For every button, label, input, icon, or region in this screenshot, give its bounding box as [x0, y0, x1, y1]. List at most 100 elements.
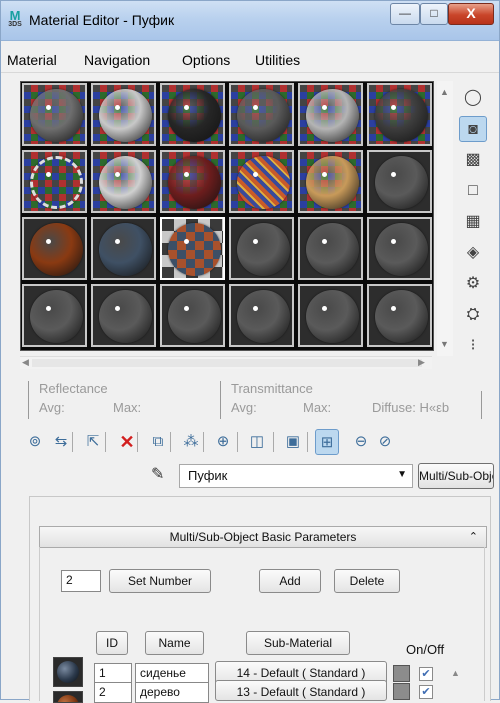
make-copy-icon[interactable]: ⧉ — [146, 429, 170, 455]
select-by-material-icon[interactable]: ⛭ — [459, 302, 487, 328]
set-number-button[interactable]: Set Number — [109, 569, 211, 593]
specular-highlight — [46, 306, 51, 311]
material-slot[interactable] — [229, 83, 294, 146]
sample-sphere — [99, 290, 152, 343]
put-material-to-scene-icon[interactable]: ⇆ — [49, 429, 73, 455]
slots-vertical-scrollbar[interactable]: ▲ ▼ — [437, 81, 453, 356]
sample-sphere — [99, 223, 152, 276]
reset-map-icon[interactable]: ✕ — [115, 429, 139, 455]
material-slot[interactable] — [298, 150, 363, 213]
material-slot[interactable] — [91, 217, 156, 280]
close-button[interactable]: X — [448, 3, 494, 25]
material-slot[interactable] — [367, 217, 432, 280]
name-sort-button[interactable]: Name — [145, 631, 204, 655]
collapse-icon[interactable]: ⌃ — [469, 527, 478, 547]
material-type-button[interactable]: Multi/Sub-Object — [418, 463, 494, 489]
menu-material[interactable]: Material — [7, 52, 57, 68]
title-bar: M 3DS Material Editor - Пуфик — □ X — [1, 1, 499, 41]
menu-bar: Material Navigation Options Utilities — [1, 47, 499, 73]
make-unique-icon[interactable]: ⁂ — [179, 429, 203, 455]
scroll-down-arrow-icon[interactable]: ▼ — [440, 339, 449, 349]
go-forward-to-sibling-icon[interactable]: ⊘ — [373, 429, 397, 455]
material-slot[interactable] — [298, 217, 363, 280]
material-slot[interactable] — [91, 284, 156, 347]
material-name-field[interactable]: Пуфик ▼ — [179, 464, 413, 488]
options-icon[interactable]: ⚙ — [459, 271, 487, 297]
material-slot[interactable] — [298, 284, 363, 347]
show-map-in-viewport-icon[interactable]: ▣ — [281, 429, 305, 455]
material-slot[interactable] — [22, 150, 87, 213]
material-slot[interactable] — [229, 217, 294, 280]
material-slot[interactable] — [298, 83, 363, 146]
window-title: Material Editor - Пуфик — [29, 12, 175, 28]
scroll-left-arrow-icon[interactable]: ◀ — [22, 357, 29, 368]
sample-sphere — [30, 290, 83, 343]
material-slot[interactable] — [22, 284, 87, 347]
sample-sphere — [168, 223, 221, 276]
info-divider — [481, 391, 482, 419]
material-slot[interactable] — [160, 284, 225, 347]
assign-material-icon[interactable]: ⇱ — [81, 429, 105, 455]
material-navigator-icon[interactable]: ⁝ — [459, 333, 487, 359]
scroll-up-arrow-icon[interactable]: ▲ — [440, 87, 449, 97]
menu-navigation[interactable]: Navigation — [84, 52, 150, 68]
rollout-header[interactable]: Multi/Sub-Object Basic Parameters ⌃ — [39, 526, 487, 548]
specular-highlight — [184, 105, 189, 110]
menu-options[interactable]: Options — [182, 52, 230, 68]
background-checker-icon[interactable]: ▩ — [459, 147, 487, 173]
minimize-button[interactable]: — — [390, 3, 420, 25]
material-slot[interactable] — [160, 217, 225, 280]
material-slot[interactable] — [229, 150, 294, 213]
sample-sphere — [99, 89, 152, 142]
sub-material-color-2[interactable] — [393, 683, 410, 700]
make-preview-icon[interactable]: ◈ — [459, 240, 487, 266]
show-end-result-icon[interactable]: ⊞ — [315, 429, 339, 455]
scroll-thumb[interactable] — [32, 359, 422, 367]
chevron-down-icon[interactable]: ▼ — [397, 469, 407, 480]
material-slot[interactable] — [367, 83, 432, 146]
material-slot[interactable] — [229, 284, 294, 347]
sub-material-on-checkbox-1[interactable]: ✔ — [419, 667, 433, 681]
menu-utilities[interactable]: Utilities — [255, 52, 300, 68]
material-slot[interactable] — [91, 150, 156, 213]
specular-highlight — [253, 239, 258, 244]
sub-material-button-2[interactable]: 13 - Default ( Standard ) — [215, 680, 387, 701]
specular-highlight — [115, 105, 120, 110]
material-slot[interactable] — [160, 150, 225, 213]
info-divider — [28, 381, 29, 419]
video-color-check-icon[interactable]: ▦ — [459, 209, 487, 235]
sub-material-color-1[interactable] — [393, 665, 410, 682]
sub-material-swatch-1[interactable] — [53, 657, 83, 687]
slots-horizontal-scrollbar[interactable]: ◀ ▶ — [20, 356, 432, 369]
specular-highlight — [184, 306, 189, 311]
specular-highlight — [184, 172, 189, 177]
material-slot[interactable] — [22, 83, 87, 146]
go-to-parent-icon[interactable]: ⊖ — [349, 429, 373, 455]
delete-button[interactable]: Delete — [334, 569, 400, 593]
material-slot[interactable] — [22, 217, 87, 280]
sub-material-swatch-2[interactable] — [53, 691, 83, 703]
sub-material-on-checkbox-2[interactable]: ✔ — [419, 685, 433, 699]
reflectance-avg-label: Avg: — [39, 400, 65, 415]
material-slot[interactable] — [367, 150, 432, 213]
uv-tiling-icon[interactable]: □ — [459, 178, 487, 204]
sample-sphere — [237, 89, 290, 142]
sub-material-sort-button[interactable]: Sub-Material — [246, 631, 350, 655]
material-slot[interactable] — [160, 83, 225, 146]
sample-type-sphere-icon[interactable]: ◯ — [459, 85, 487, 111]
id-sort-button[interactable]: ID — [96, 631, 128, 655]
specular-highlight — [322, 172, 327, 177]
material-id-channel-icon[interactable]: ◫ — [245, 429, 269, 455]
list-scroll-up-icon[interactable]: ▲ — [451, 668, 460, 678]
material-slot[interactable] — [367, 284, 432, 347]
material-count-field[interactable]: 2 — [61, 570, 101, 592]
get-material-icon[interactable]: ⊚ — [23, 429, 47, 455]
pick-material-eyedropper-icon[interactable]: ✎ — [151, 464, 164, 484]
backlight-icon[interactable]: ◙ — [459, 116, 487, 142]
scroll-right-arrow-icon[interactable]: ▶ — [418, 357, 425, 368]
maximize-button[interactable]: □ — [420, 3, 448, 25]
put-to-library-icon[interactable]: ⊕ — [211, 429, 235, 455]
material-slot[interactable] — [91, 83, 156, 146]
specular-highlight — [391, 172, 396, 177]
add-button[interactable]: Add — [259, 569, 321, 593]
